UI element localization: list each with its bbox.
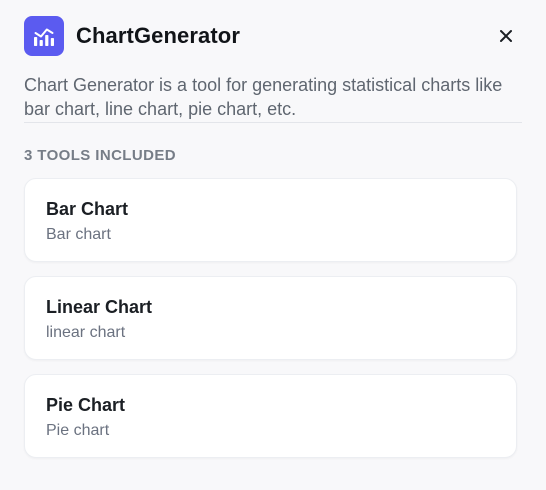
divider: [24, 122, 522, 123]
plugin-detail-panel: ChartGenerator Chart Generator is a tool…: [0, 0, 546, 490]
tool-card-linear-chart[interactable]: Linear Chart linear chart: [24, 276, 517, 360]
plugin-logo: [24, 16, 64, 56]
tool-card-bar-chart[interactable]: Bar Chart Bar chart: [24, 178, 517, 262]
tools-count-label: 3 TOOLS INCLUDED: [24, 147, 176, 164]
panel-header: ChartGenerator: [24, 16, 522, 56]
close-button[interactable]: [494, 24, 518, 48]
tool-name: Bar Chart: [46, 199, 129, 219]
tool-description: linear chart: [46, 324, 126, 341]
tool-description: Pie chart: [46, 422, 110, 439]
tool-description: Bar chart: [46, 226, 111, 243]
tools-list: Bar Chart Bar chart Linear Chart linear …: [24, 178, 517, 472]
bar-chart-icon: [34, 28, 54, 46]
plugin-description: Chart Generator is a tool for generating…: [24, 75, 503, 119]
tool-name: Pie Chart: [46, 395, 126, 415]
tool-name: Linear Chart: [46, 297, 153, 317]
close-icon: [500, 30, 512, 42]
tool-card-pie-chart[interactable]: Pie Chart Pie chart: [24, 374, 517, 458]
plugin-title: ChartGenerator: [76, 23, 240, 48]
